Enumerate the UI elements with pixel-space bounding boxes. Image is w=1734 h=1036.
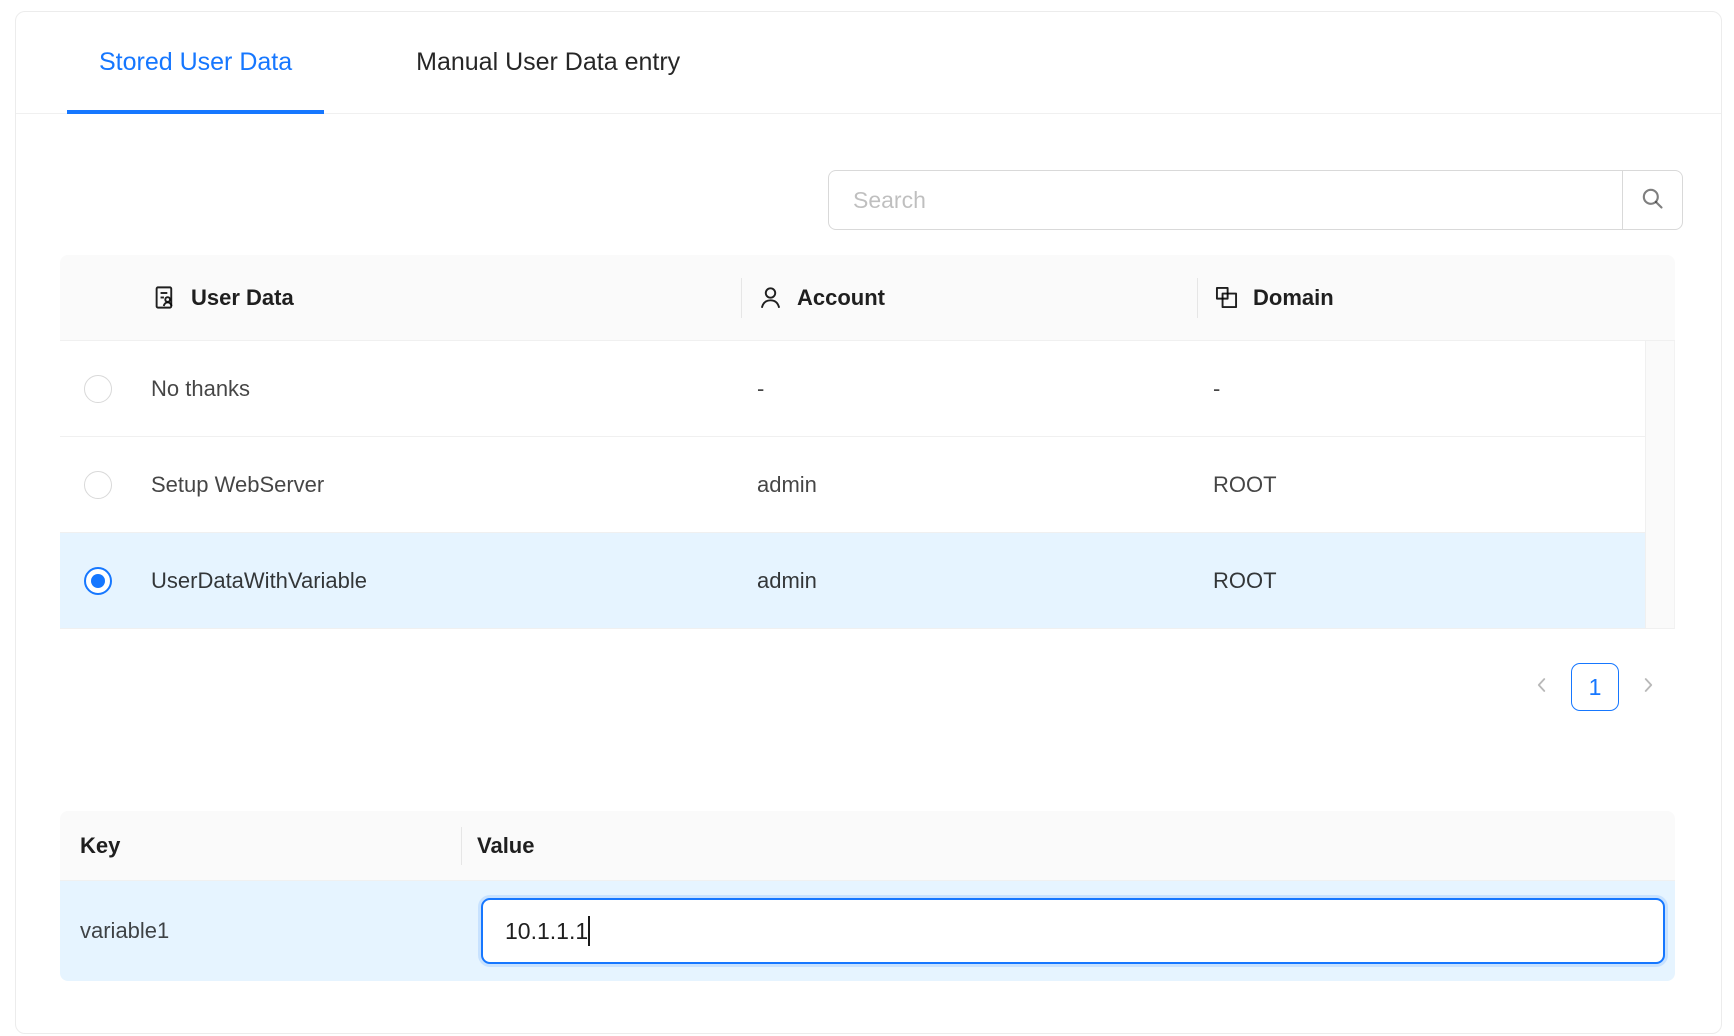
user-data-table-body: No thanks - - Setup WebServer admin ROOT…	[60, 341, 1675, 629]
column-header-account: Account	[741, 255, 1197, 340]
table-scrollbar-track[interactable]	[1645, 341, 1675, 629]
block-icon	[1213, 284, 1240, 311]
cell-user-data: Setup WebServer	[135, 437, 741, 532]
tab-stored-user-data-label: Stored User Data	[99, 48, 292, 77]
cell-domain: ROOT	[1197, 437, 1645, 532]
user-icon	[757, 284, 784, 311]
search-group	[828, 170, 1683, 230]
column-header-account-label: Account	[797, 285, 885, 311]
pagination-prev-button[interactable]	[1527, 663, 1557, 711]
tab-manual-user-data-entry-label: Manual User Data entry	[416, 48, 680, 77]
cell-account: -	[741, 341, 1197, 436]
table-row-no-thanks[interactable]: No thanks - -	[60, 341, 1645, 437]
pagination-next-button[interactable]	[1633, 663, 1663, 711]
variable-value-input[interactable]	[481, 898, 1665, 964]
cell-account: admin	[741, 437, 1197, 532]
pagination-current-page: 1	[1589, 674, 1602, 701]
radio-no-thanks[interactable]	[84, 375, 112, 403]
cell-account: admin	[741, 533, 1197, 628]
column-header-user-data: User Data	[135, 255, 741, 340]
chevron-left-icon	[1531, 674, 1553, 701]
tab-stored-user-data[interactable]: Stored User Data	[67, 12, 324, 113]
cell-domain: -	[1197, 341, 1645, 436]
header-gutter	[1645, 255, 1675, 340]
chevron-right-icon	[1637, 674, 1659, 701]
variable-row: variable1	[60, 881, 1675, 981]
pagination-page-1-button[interactable]: 1	[1571, 663, 1619, 711]
solution-icon	[151, 284, 178, 311]
radio-setup-webserver[interactable]	[84, 471, 112, 499]
search-input[interactable]	[828, 170, 1622, 230]
search-icon	[1639, 185, 1666, 215]
variables-table: Key Value variable1	[60, 811, 1675, 981]
tab-manual-user-data-entry[interactable]: Manual User Data entry	[384, 12, 712, 113]
cell-user-data: No thanks	[135, 341, 741, 436]
cell-user-data: UserDataWithVariable	[135, 533, 741, 628]
tab-bar: Stored User Data Manual User Data entry	[16, 12, 1721, 114]
user-data-table-header: User Data Account Domain	[60, 255, 1675, 341]
pagination: 1	[1527, 663, 1663, 711]
table-row-setup-webserver[interactable]: Setup WebServer admin ROOT	[60, 437, 1645, 533]
radio-userdatawithvariable[interactable]	[84, 567, 112, 595]
variable-key: variable1	[60, 881, 461, 981]
column-header-domain-label: Domain	[1253, 285, 1334, 311]
column-header-user-data-label: User Data	[191, 285, 294, 311]
variables-table-header: Key Value	[60, 811, 1675, 881]
user-data-table: User Data Account Domain	[60, 255, 1675, 629]
column-header-key: Key	[60, 811, 461, 880]
table-row-userdatawithvariable[interactable]: UserDataWithVariable admin ROOT	[60, 533, 1645, 629]
user-data-panel: Stored User Data Manual User Data entry	[15, 11, 1722, 1034]
column-header-domain: Domain	[1197, 255, 1645, 340]
search-button[interactable]	[1622, 170, 1683, 230]
column-header-value: Value	[461, 811, 1675, 880]
cell-domain: ROOT	[1197, 533, 1645, 628]
variable-value-wrap	[481, 898, 1665, 964]
selection-column-header	[60, 255, 135, 340]
